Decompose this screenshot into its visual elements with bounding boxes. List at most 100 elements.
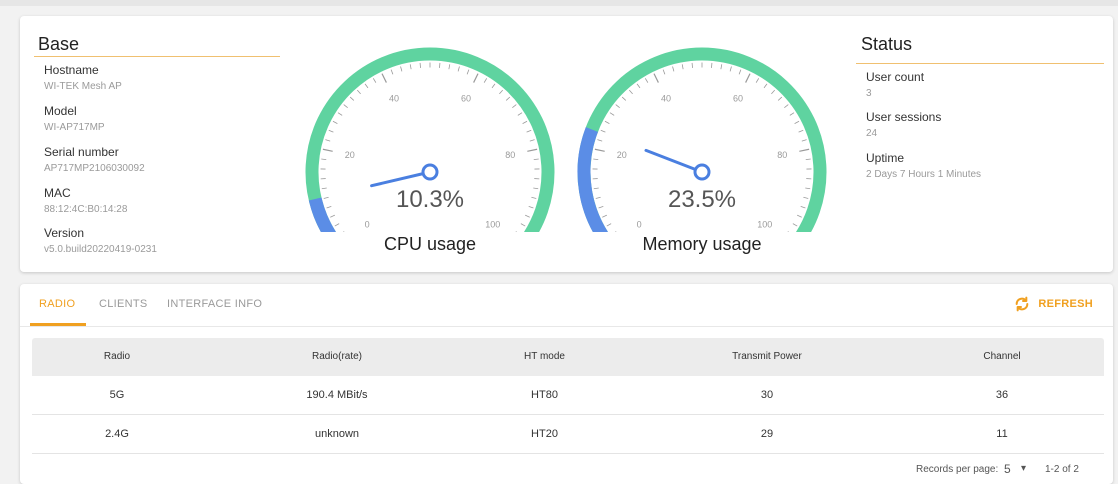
gauge-tick: [637, 84, 640, 88]
gauge-tick-label: 60: [733, 93, 743, 103]
column-header-radio-rate[interactable]: Radio(rate): [232, 338, 442, 376]
tab-interface-info[interactable]: INTERFACE INFO: [167, 298, 262, 310]
model-label: Model: [44, 104, 77, 118]
gauge-tick: [803, 197, 808, 198]
cell-radio-rate: unknown: [232, 415, 442, 453]
mac-value: 88:12:4C:B0:14:28: [44, 204, 127, 215]
records-per-page-select[interactable]: 5: [1004, 462, 1011, 476]
gauge-tick: [771, 90, 774, 94]
gauge-tick-label: 80: [777, 150, 787, 160]
gauge-tick: [338, 113, 342, 116]
serial-value: AP717MP2106030092: [44, 163, 145, 174]
details-card: RADIO CLIENTS INTERFACE INFO REFRESH Rad…: [20, 284, 1113, 484]
status-title: Status: [861, 34, 912, 55]
gauge-tick: [797, 215, 802, 217]
gauge-tick: [329, 130, 334, 132]
gauge-tick: [799, 149, 809, 151]
gauge-tick: [593, 159, 598, 160]
gauge-tick: [467, 70, 469, 75]
gauge-needle: [646, 150, 702, 172]
gauge-tick: [325, 140, 330, 141]
memory-percent: 23.5%: [622, 186, 782, 214]
gauge-tick: [449, 64, 450, 69]
gauge-tick: [323, 149, 333, 151]
gauge-tick: [458, 67, 459, 72]
gauge-tick: [645, 78, 648, 82]
serial-label: Serial number: [44, 145, 119, 159]
cpu-percent: 10.3%: [350, 186, 510, 214]
gauge-tick-label: 100: [757, 220, 772, 230]
cell-radio: 5G: [32, 376, 202, 414]
gauge-tick: [739, 70, 741, 75]
hostname-label: Hostname: [44, 63, 99, 77]
status-divider: [856, 63, 1104, 64]
gauge-tick-label: 0: [637, 220, 642, 230]
mac-label: MAC: [44, 186, 71, 200]
cell-transmit-power: 30: [662, 376, 872, 414]
tab-clients[interactable]: CLIENTS: [99, 298, 148, 310]
cpu-caption: CPU usage: [330, 234, 530, 255]
gauge-tick-label: 80: [505, 150, 515, 160]
table-row[interactable]: 5G 190.4 MBit/s HT80 30 36: [32, 376, 1104, 415]
cell-radio-rate: 190.4 MBit/s: [232, 376, 442, 414]
cell-radio: 2.4G: [32, 415, 202, 453]
gauge-tick: [801, 206, 806, 208]
gauge-tick-label: 0: [365, 220, 370, 230]
table-row[interactable]: 2.4G unknown HT20 29 11: [32, 415, 1104, 454]
gauge-tick: [322, 188, 327, 189]
refresh-button[interactable]: REFRESH: [1014, 296, 1093, 312]
version-label: Version: [44, 226, 84, 240]
gauge-tick: [602, 215, 607, 217]
chevron-down-icon[interactable]: ▾: [1021, 463, 1026, 474]
base-divider: [34, 56, 280, 57]
gauge-tick: [365, 84, 368, 88]
tab-radio[interactable]: RADIO: [39, 298, 75, 310]
gauge-tick: [521, 224, 525, 226]
hostname-value: WI-TEK Mesh AP: [44, 81, 122, 92]
base-title: Base: [38, 34, 79, 55]
gauge-tick: [622, 97, 626, 100]
gauge-tick: [682, 64, 683, 69]
cell-ht-mode: HT20: [452, 415, 637, 453]
gauge-tick-label: 20: [345, 150, 355, 160]
gauge-tick: [327, 206, 332, 208]
column-header-channel[interactable]: Channel: [902, 338, 1102, 376]
column-header-ht-mode[interactable]: HT mode: [452, 338, 637, 376]
gauge-tick-label: 40: [661, 93, 671, 103]
gauge-tick: [527, 149, 537, 151]
pagination-bar: Records per page: 5 ▾ 1-2 of 2: [20, 456, 1113, 484]
gauge-tick: [525, 215, 530, 217]
user-sessions-label: User sessions: [866, 110, 941, 124]
gauge-tick: [594, 188, 599, 189]
gauge-tick: [595, 149, 605, 151]
gauge-tick: [523, 121, 527, 123]
gauge-tick: [484, 78, 487, 82]
uptime-value: 2 Days 7 Hours 1 Minutes: [866, 169, 981, 180]
gauge-tick: [802, 140, 807, 141]
gauge-used-arc: [584, 130, 612, 232]
gauge-used-arc: [315, 199, 339, 232]
gauge-tick: [401, 67, 402, 72]
gauge-tick: [321, 159, 326, 160]
refresh-icon: [1014, 296, 1030, 312]
gauge-tick: [474, 74, 478, 83]
gauge-tick: [530, 140, 535, 141]
column-header-radio[interactable]: Radio: [32, 338, 202, 376]
memory-caption: Memory usage: [602, 234, 802, 255]
gauge-tick: [599, 206, 604, 208]
user-count-label: User count: [866, 70, 924, 84]
gauge-tick: [333, 121, 337, 123]
gauge-tick: [654, 74, 658, 83]
gauge-tick: [673, 67, 674, 72]
gauge-tick: [324, 197, 329, 198]
overview-card: Base Hostname WI-TEK Mesh AP Model WI-AP…: [20, 16, 1113, 272]
column-header-transmit-power[interactable]: Transmit Power: [662, 338, 872, 376]
refresh-label: REFRESH: [1038, 298, 1093, 310]
gauge-tick: [806, 159, 811, 160]
pagination-range: 1-2 of 2: [1045, 464, 1079, 475]
gauge-tick: [795, 121, 799, 123]
gauge-tick: [790, 113, 794, 116]
gauge-tick: [730, 67, 731, 72]
gauge-tick: [534, 159, 539, 160]
gauge-tick: [531, 197, 536, 198]
